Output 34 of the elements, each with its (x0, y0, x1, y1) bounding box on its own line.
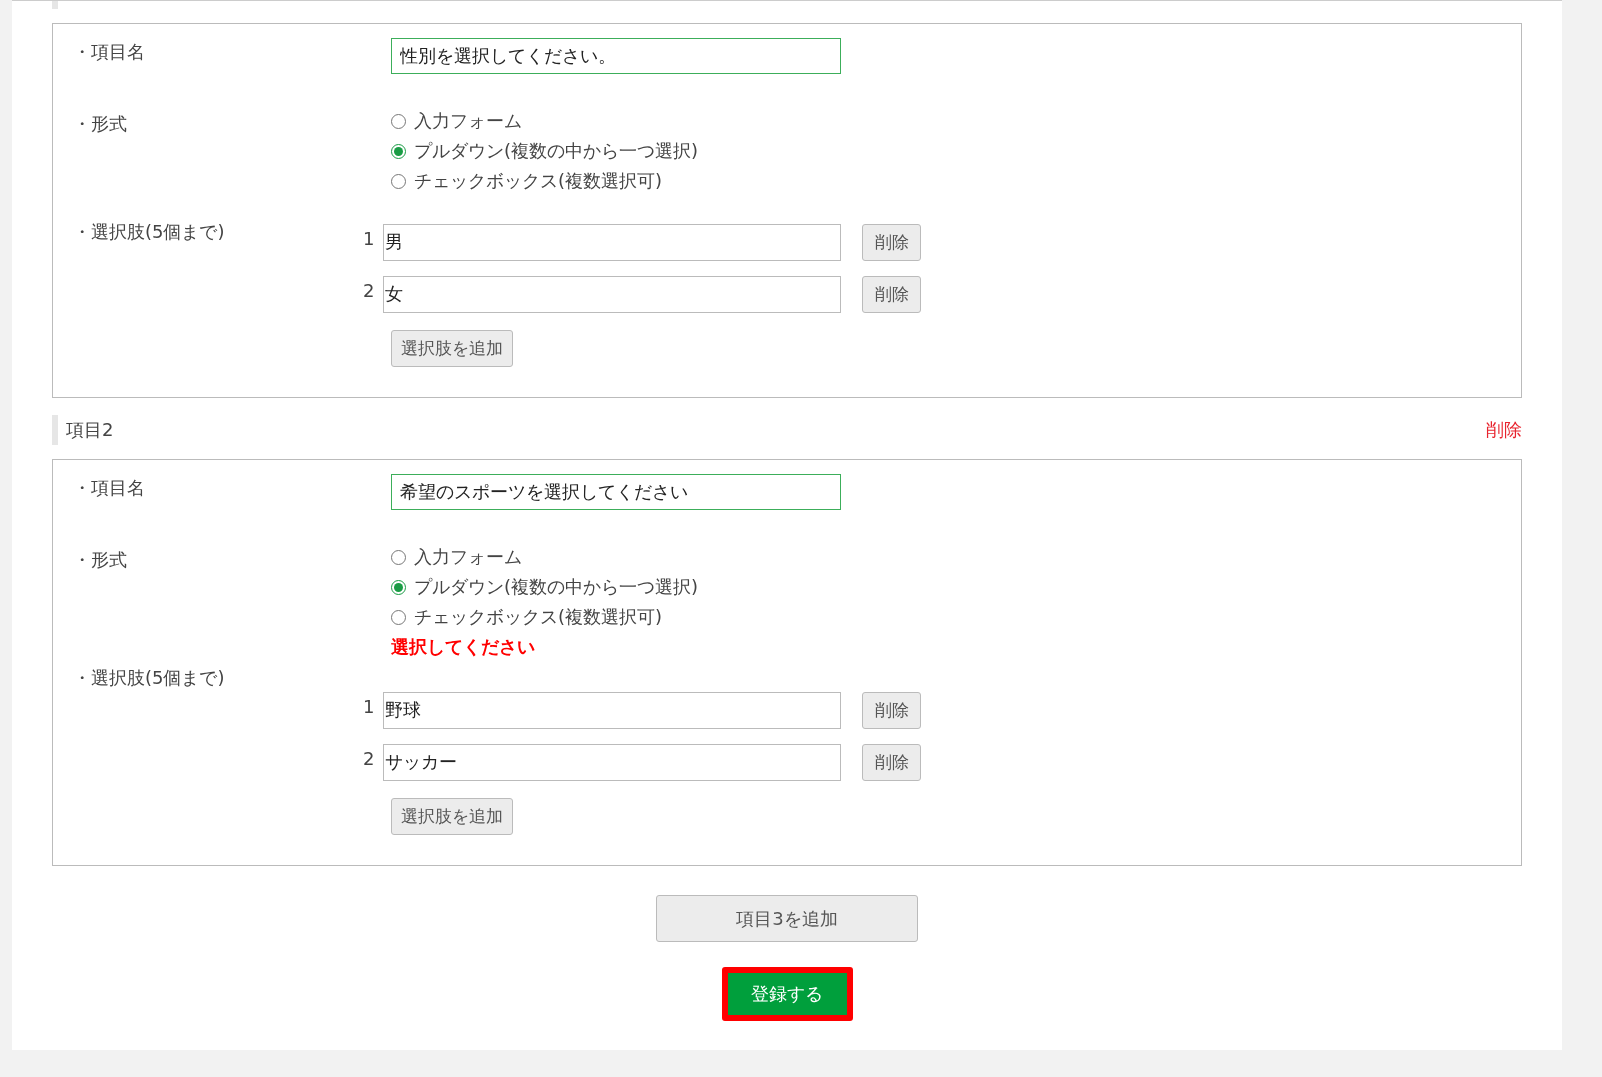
add-item-button[interactable]: 項目3を追加 (656, 895, 918, 942)
choice-number: 2 (363, 747, 376, 769)
delete-item-link[interactable]: 削除 (1486, 418, 1522, 442)
radio-label[interactable]: チェックボックス(複数選択可) (414, 605, 663, 629)
choice-field[interactable]: 女 (383, 275, 841, 313)
add-choice-button[interactable]: 選択肢を追加 (391, 330, 513, 367)
radio-label[interactable]: 入力フォーム (414, 109, 522, 133)
choice-number: 1 (363, 227, 376, 249)
radio-label[interactable]: チェックボックス(複数選択可) (414, 169, 663, 193)
add-choice-button[interactable]: 選択肢を追加 (391, 798, 513, 835)
field-label: ・項目名 (73, 40, 145, 64)
field-label: ・形式 (73, 112, 127, 136)
section-marker (52, 1, 58, 9)
choice-number: 1 (363, 695, 376, 717)
choice-field[interactable]: サッカー (383, 743, 841, 781)
radio-label[interactable]: 入力フォーム (414, 545, 522, 569)
error-message: 選択してください (391, 636, 535, 657)
choice-number: 2 (363, 279, 376, 301)
radio-label[interactable]: プルダウン(複数の中から一つ選択) (414, 575, 699, 599)
field-label: ・項目名 (73, 476, 145, 500)
item-title: 項目2 (66, 418, 115, 442)
delete-button[interactable]: 削除 (862, 223, 921, 261)
item-name-field[interactable]: 性別を選択してください。 (391, 38, 841, 74)
radio-label[interactable]: プルダウン(複数の中から一つ選択) (414, 139, 699, 163)
delete-button[interactable]: 削除 (862, 743, 921, 781)
delete-button[interactable]: 削除 (862, 275, 921, 313)
section-marker (52, 415, 58, 445)
field-label: ・形式 (73, 548, 127, 572)
choice-field[interactable]: 野球 (383, 691, 841, 729)
choice-field[interactable]: 男 (383, 223, 841, 261)
delete-button[interactable]: 削除 (862, 691, 921, 729)
item-name-field[interactable]: 希望のスポーツを選択してください (391, 474, 841, 510)
field-label: ・選択肢(5個まで) (73, 666, 225, 690)
field-label: ・選択肢(5個まで) (73, 220, 225, 244)
